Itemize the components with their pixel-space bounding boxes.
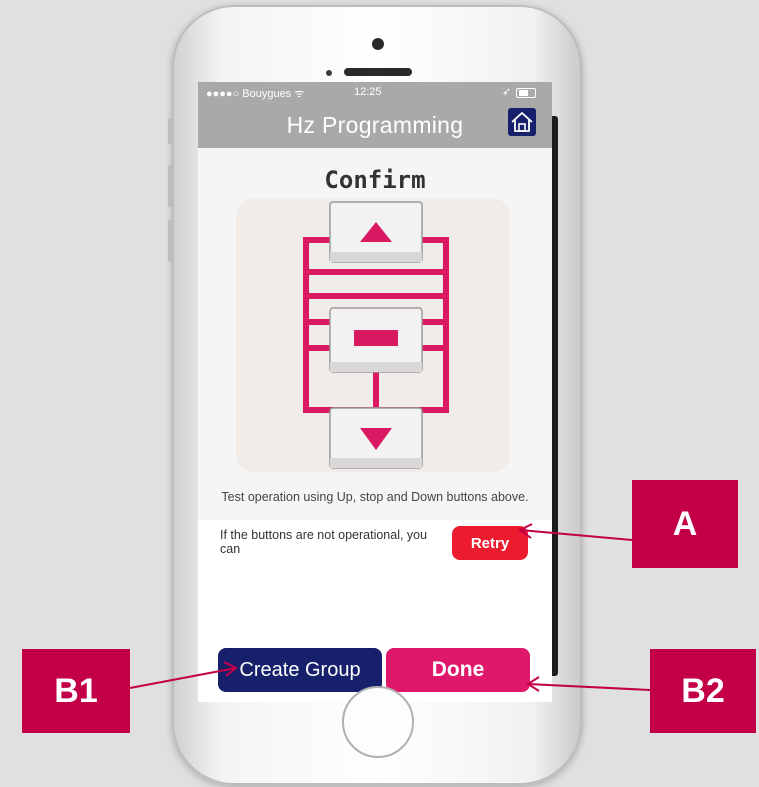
callout-label-a: A	[632, 480, 738, 568]
arrow-b2	[527, 683, 651, 691]
arrow-b1	[129, 667, 237, 689]
callout-label-b1: B1	[22, 649, 130, 733]
callout-label-b2: B2	[650, 649, 756, 733]
arrow-a	[519, 529, 633, 541]
